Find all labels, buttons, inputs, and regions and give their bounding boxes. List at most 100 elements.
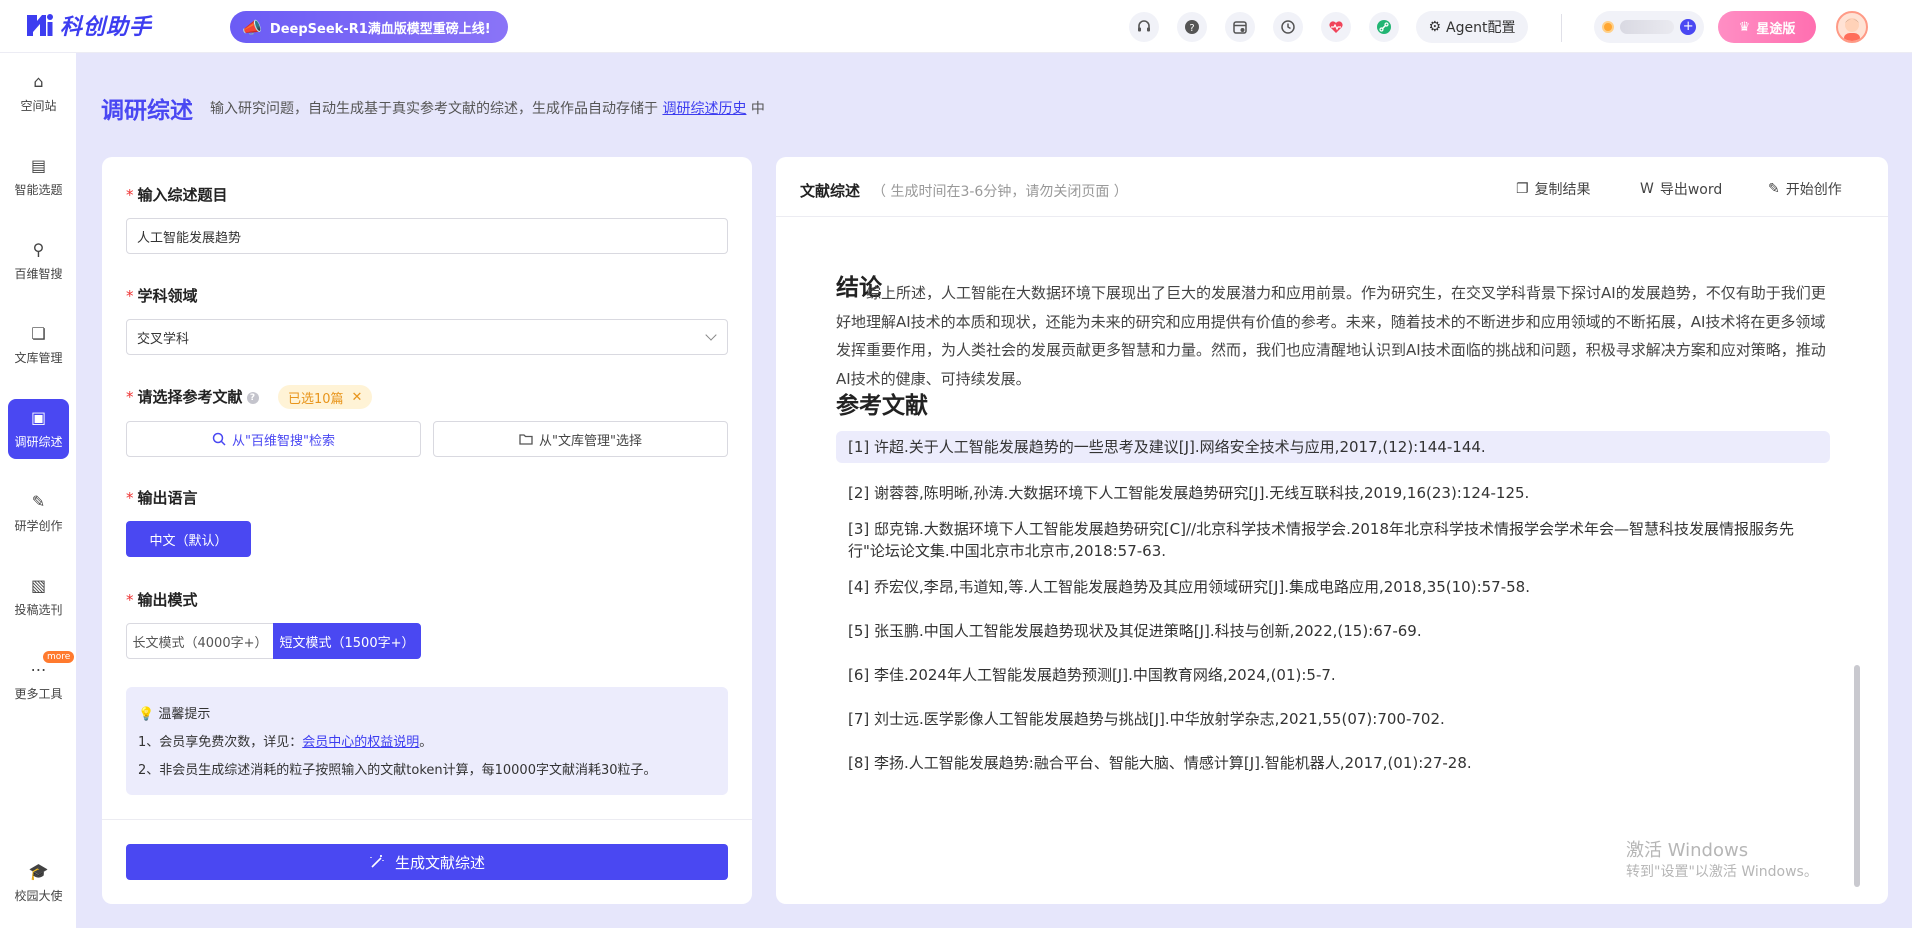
folder-icon bbox=[519, 434, 533, 445]
field-select[interactable]: 交叉学科 bbox=[126, 319, 728, 355]
points-balance[interactable]: + bbox=[1594, 11, 1704, 43]
link-icon[interactable] bbox=[1369, 12, 1399, 42]
crown-icon: ♛ bbox=[1738, 19, 1751, 35]
generate-review-button[interactable]: 生成文献综述 bbox=[126, 844, 728, 880]
logo-icon bbox=[27, 14, 53, 36]
magic-wand-icon bbox=[370, 855, 384, 868]
journal-icon: ▧ bbox=[30, 575, 47, 595]
agent-config-button[interactable]: ⚙ Agent配置 bbox=[1416, 11, 1528, 43]
more-icon: ⋯ bbox=[30, 659, 47, 679]
review-history-link[interactable]: 调研综述历史 bbox=[662, 101, 746, 117]
tips-box: 💡 温馨提示 1、会员享免费次数，详见：会员中心的权益说明。 2、非会员生成综述… bbox=[126, 687, 728, 795]
sidebar-item-label: 投稿选刊 bbox=[14, 602, 63, 617]
promo-text: DeepSeek-R1满血版模型重磅上线! bbox=[269, 21, 491, 37]
tip-1: 1、会员享免费次数，详见：会员中心的权益说明。 bbox=[138, 735, 433, 750]
member-rights-link[interactable]: 会员中心的权益说明 bbox=[302, 735, 419, 750]
question-icon[interactable]: ? bbox=[246, 391, 259, 404]
reference-item: [2] 谢蓉蓉,陈明晰,孙涛.大数据环境下人工智能发展趋势研究[J].无线互联科… bbox=[848, 484, 1530, 502]
sidebar-item-label: 更多工具 bbox=[14, 686, 63, 701]
vip-button[interactable]: ♛ 星途版 bbox=[1718, 11, 1816, 43]
points-value-blurred bbox=[1619, 20, 1675, 34]
headset-icon[interactable] bbox=[1129, 12, 1159, 42]
svg-text:?: ? bbox=[1189, 23, 1194, 34]
mode-label: * 输出模式 bbox=[126, 591, 198, 609]
divider bbox=[1561, 14, 1562, 42]
close-icon[interactable]: ✕ bbox=[352, 390, 363, 405]
avatar[interactable] bbox=[1836, 11, 1868, 43]
sidebar-item-review[interactable]: ▣ 调研综述 bbox=[8, 399, 69, 459]
tips-title: 💡 温馨提示 bbox=[138, 707, 211, 722]
windows-watermark: 激活 Windows bbox=[1626, 840, 1749, 861]
reference-item: [3] 邸克锦.大数据环境下人工智能发展趋势研究[C]//北京科学技术情报学会.… bbox=[848, 520, 1795, 560]
library-refs-button[interactable]: 从"文库管理"选择 bbox=[433, 421, 728, 457]
word-icon: W bbox=[1640, 181, 1654, 197]
mode-short-button[interactable]: 短文模式（1500字+） bbox=[273, 623, 421, 659]
result-subtitle: （ 生成时间在3-6分钟，请勿关闭页面 ） bbox=[872, 184, 1128, 200]
megaphone-icon: 📣 bbox=[242, 17, 262, 37]
search-refs-button[interactable]: 从"百维智搜"检索 bbox=[126, 421, 421, 457]
windows-watermark-sub: 转到"设置"以激活 Windows。 bbox=[1626, 864, 1818, 880]
more-badge: more bbox=[43, 651, 75, 663]
sidebar-item-more-tools[interactable]: ⋯ 更多工具 more bbox=[8, 651, 75, 711]
coin-icon bbox=[1602, 21, 1614, 33]
home-icon: ⌂ bbox=[33, 71, 44, 91]
result-card: 文献综述 （ 生成时间在3-6分钟，请勿关闭页面 ） ❐ 复制结果 W 导出word… bbox=[776, 157, 1888, 904]
agent-config-label: Agent配置 bbox=[1446, 20, 1516, 36]
logo-text: 科创助手 bbox=[60, 15, 153, 40]
lang-option-chinese[interactable]: 中文（默认） bbox=[126, 521, 251, 557]
calendar-icon[interactable] bbox=[1225, 12, 1255, 42]
result-header: 文献综述 （ 生成时间在3-6分钟，请勿关闭页面 ） ❐ 复制结果 W 导出word… bbox=[776, 157, 1888, 217]
divider bbox=[102, 819, 752, 820]
copy-result-button[interactable]: ❐ 复制结果 bbox=[1516, 179, 1591, 199]
sidebar-item-label: 智能选题 bbox=[14, 182, 63, 197]
page-title: 调研综述 bbox=[101, 98, 193, 124]
chevron-down-icon bbox=[705, 329, 717, 341]
gear-icon: ⚙ bbox=[1428, 19, 1442, 35]
result-title: 文献综述 bbox=[800, 182, 861, 200]
sidebar-item-submit[interactable]: ▧ 投稿选刊 bbox=[8, 567, 69, 627]
reference-item: [7] 刘士远.医学影像人工智能发展趋势与挑战[J].中华放射学杂志,2021,… bbox=[848, 710, 1445, 728]
clipboard-icon: ▤ bbox=[30, 155, 47, 175]
graduation-cap-icon: 🎓 bbox=[28, 861, 49, 881]
reference-item: [8] 李扬.人工智能发展趋势:融合平台、智能大脑、情感计算[J].智能机器人,… bbox=[848, 754, 1472, 772]
export-word-button[interactable]: W 导出word bbox=[1640, 179, 1722, 199]
history-icon[interactable] bbox=[1273, 12, 1303, 42]
sidebar-item-label: 空间站 bbox=[20, 98, 57, 113]
refs-label: * 请选择参考文献? bbox=[126, 386, 259, 407]
mode-long-button[interactable]: 长文模式（4000字+） bbox=[126, 623, 274, 659]
review-form-card: * 输入综述题目 人工智能发展趋势 * 学科领域 交叉学科 * 请选择参考文献? 已选… bbox=[102, 157, 752, 904]
sidebar-item-library[interactable]: ❏ 文库管理 bbox=[8, 315, 69, 375]
sidebar-item-topic[interactable]: ▤ 智能选题 bbox=[8, 147, 69, 207]
library-icon: ❏ bbox=[31, 323, 46, 343]
reference-item: [6] 李佳.2024年人工智能发展趋势预测[J].中国教育网络,2024,(0… bbox=[848, 666, 1336, 684]
scrollbar-thumb[interactable] bbox=[1854, 665, 1860, 887]
sidebar-item-ambassador[interactable]: 🎓 校园大使 bbox=[8, 853, 69, 913]
reference-item: [4] 乔宏仪,李昂,韦道知,等.人工智能发展趋势及其应用领域研究[J].集成电… bbox=[848, 578, 1530, 596]
field-select-value: 交叉学科 bbox=[137, 331, 190, 347]
page-desc-prefix: 输入研究问题，自动生成基于真实参考文献的综述，生成作品自动存储于 bbox=[210, 101, 658, 117]
book-icon: ▣ bbox=[30, 407, 47, 427]
add-points-button[interactable]: + bbox=[1680, 19, 1696, 35]
sidebar: ⌂ 空间站 ▤ 智能选题 ⚲ 百维智搜 ❏ 文库管理 ▣ 调研综述 ✎ 研学创作… bbox=[0, 53, 76, 928]
sidebar-item-space-station[interactable]: ⌂ 空间站 bbox=[8, 63, 69, 123]
lang-label: * 输出语言 bbox=[126, 489, 198, 507]
start-create-button[interactable]: ✎ 开始创作 bbox=[1768, 179, 1842, 199]
sidebar-item-label: 校园大使 bbox=[14, 888, 63, 903]
promo-banner[interactable]: 📣 DeepSeek-R1满血版模型重磅上线! bbox=[230, 11, 508, 43]
help-icon[interactable]: ? bbox=[1177, 12, 1207, 42]
logo[interactable]: 科创助手 bbox=[24, 9, 152, 41]
sidebar-item-search[interactable]: ⚲ 百维智搜 bbox=[8, 231, 69, 291]
sidebar-item-label: 文库管理 bbox=[14, 350, 63, 365]
search-icon: ⚲ bbox=[32, 239, 45, 259]
sidebar-item-writing[interactable]: ✎ 研学创作 bbox=[8, 483, 69, 543]
tip-2: 2、非会员生成综述消耗的粒子按照输入的文献token计算，每10000字文献消耗… bbox=[138, 763, 657, 778]
top-bar: 科创助手 📣 DeepSeek-R1满血版模型重磅上线! ? ⚙ Agent配置… bbox=[0, 0, 1912, 53]
pencil-icon: ✎ bbox=[31, 491, 46, 511]
sidebar-item-label: 百维智搜 bbox=[14, 266, 63, 281]
heart-icon[interactable] bbox=[1321, 12, 1351, 42]
page-desc-suffix: 中 bbox=[750, 101, 765, 117]
refs-selected-badge: 已选10篇 ✕ bbox=[278, 385, 373, 409]
sidebar-item-label: 调研综述 bbox=[14, 434, 63, 449]
topic-input[interactable]: 人工智能发展趋势 bbox=[126, 218, 728, 254]
page-description: 输入研究问题，自动生成基于真实参考文献的综述，生成作品自动存储于 调研综述历史 … bbox=[210, 98, 765, 118]
